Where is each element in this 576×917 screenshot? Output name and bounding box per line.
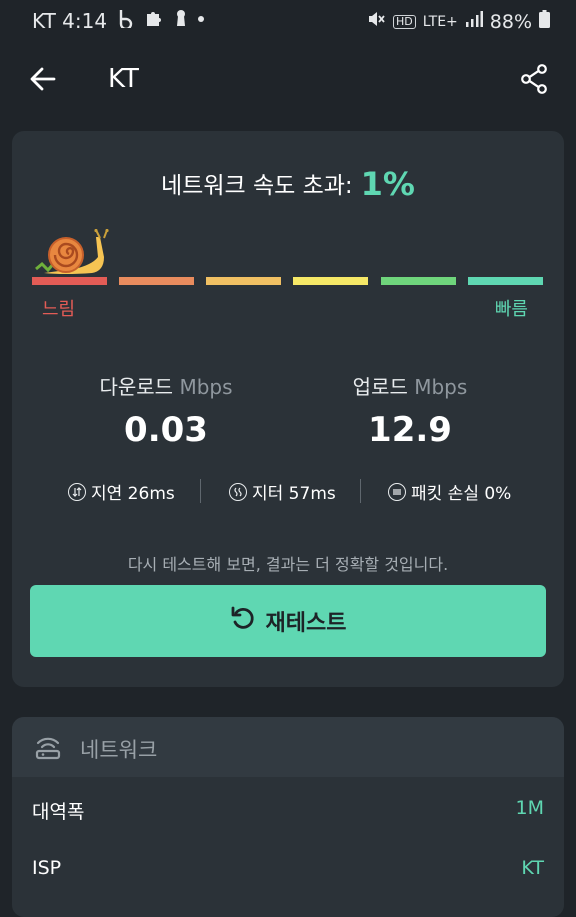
upload-metric: 업로드 Mbps 12.9 <box>290 371 530 450</box>
back-arrow-icon[interactable] <box>28 64 58 94</box>
retest-label: 재테스트 <box>265 611 347 636</box>
status-bar: KT 4:14 HD LTE+ 88% <box>0 0 576 42</box>
scale-segment <box>119 277 194 285</box>
retest-hint: 다시 테스트해 보면, 결과는 더 정확할 것입니다. <box>127 555 449 574</box>
page-title: KT <box>108 64 139 94</box>
network-row-bandwidth: 대역폭 1M <box>12 789 564 829</box>
stats-divider <box>200 479 201 503</box>
upload-unit: Mbps <box>414 375 468 399</box>
download-label-row: 다운로드 Mbps <box>46 371 286 400</box>
isp-key: ISP <box>32 857 62 879</box>
jitter-stat: 지터 57ms <box>229 479 336 504</box>
bandwidth-value: 1M <box>515 797 544 819</box>
refresh-icon <box>230 605 256 637</box>
mute-icon <box>366 9 386 34</box>
carrier-time: KT 4:14 <box>32 8 108 33</box>
packet-loss-text: 패킷 손실 0% <box>411 484 512 504</box>
headline-percent: 1% <box>360 165 415 203</box>
snail-icon <box>34 228 110 279</box>
share-icon[interactable] <box>520 64 548 94</box>
keyhole-icon <box>175 8 187 33</box>
scale-segment <box>206 277 281 285</box>
speed-headline: 네트워크 속도 초과: 1% <box>12 165 564 203</box>
status-right: HD LTE+ 88% <box>366 9 550 34</box>
download-label: 다운로드 <box>99 375 174 399</box>
network-card-title: 네트워크 <box>80 738 158 762</box>
bandwidth-key: 대역폭 <box>32 801 85 823</box>
latency-text: 지연 26ms <box>91 484 175 504</box>
download-metric: 다운로드 Mbps 0.03 <box>46 371 286 450</box>
upload-label: 업로드 <box>352 375 408 399</box>
upload-value: 12.9 <box>368 410 452 450</box>
network-card: 네트워크 대역폭 1M ISP KT <box>12 717 564 917</box>
connection-stats: 지연 26ms 지터 57ms 패킷 손실 0% <box>12 479 564 507</box>
jitter-text: 지터 57ms <box>252 484 336 504</box>
packet-loss-stat: 패킷 손실 0% <box>388 479 511 504</box>
headline-label: 네트워크 속도 초과: <box>161 173 353 199</box>
scale-segment <box>381 277 456 285</box>
scale-segment <box>468 277 543 285</box>
b-app-icon <box>117 8 135 33</box>
battery-icon <box>539 10 550 33</box>
scale-slow-label: 느림 <box>42 299 76 320</box>
network-row-isp: ISP KT <box>12 849 564 889</box>
scale-segment <box>32 277 107 285</box>
network-card-header: 네트워크 <box>12 717 564 777</box>
battery-percent: 88% <box>489 10 532 33</box>
router-icon <box>34 733 62 761</box>
jitter-icon <box>229 482 247 501</box>
scale-fast-label: 빠름 <box>494 299 528 320</box>
network-type: LTE+ <box>422 13 458 30</box>
speed-result-card: 네트워크 속도 초과: 1% 느림 빠름 다운로드 Mbps 0.03 업로드 … <box>12 131 564 687</box>
latency-icon <box>68 482 86 501</box>
packet-loss-icon <box>388 482 406 501</box>
isp-value: KT <box>521 857 544 879</box>
scale-segment <box>293 277 368 285</box>
download-value: 0.03 <box>124 410 208 450</box>
speed-scale <box>32 277 544 286</box>
signal-icon <box>465 10 483 33</box>
stats-divider <box>360 479 361 503</box>
status-left: KT 4:14 <box>32 8 205 33</box>
retest-button[interactable]: 재테스트 <box>30 585 546 657</box>
upload-label-row: 업로드 Mbps <box>290 371 530 400</box>
dot-icon <box>197 8 205 33</box>
hd-icon: HD <box>393 14 416 29</box>
download-unit: Mbps <box>179 375 233 399</box>
latency-stat: 지연 26ms <box>68 479 175 504</box>
app-bar: KT <box>0 42 576 122</box>
puzzle-icon <box>145 8 165 33</box>
